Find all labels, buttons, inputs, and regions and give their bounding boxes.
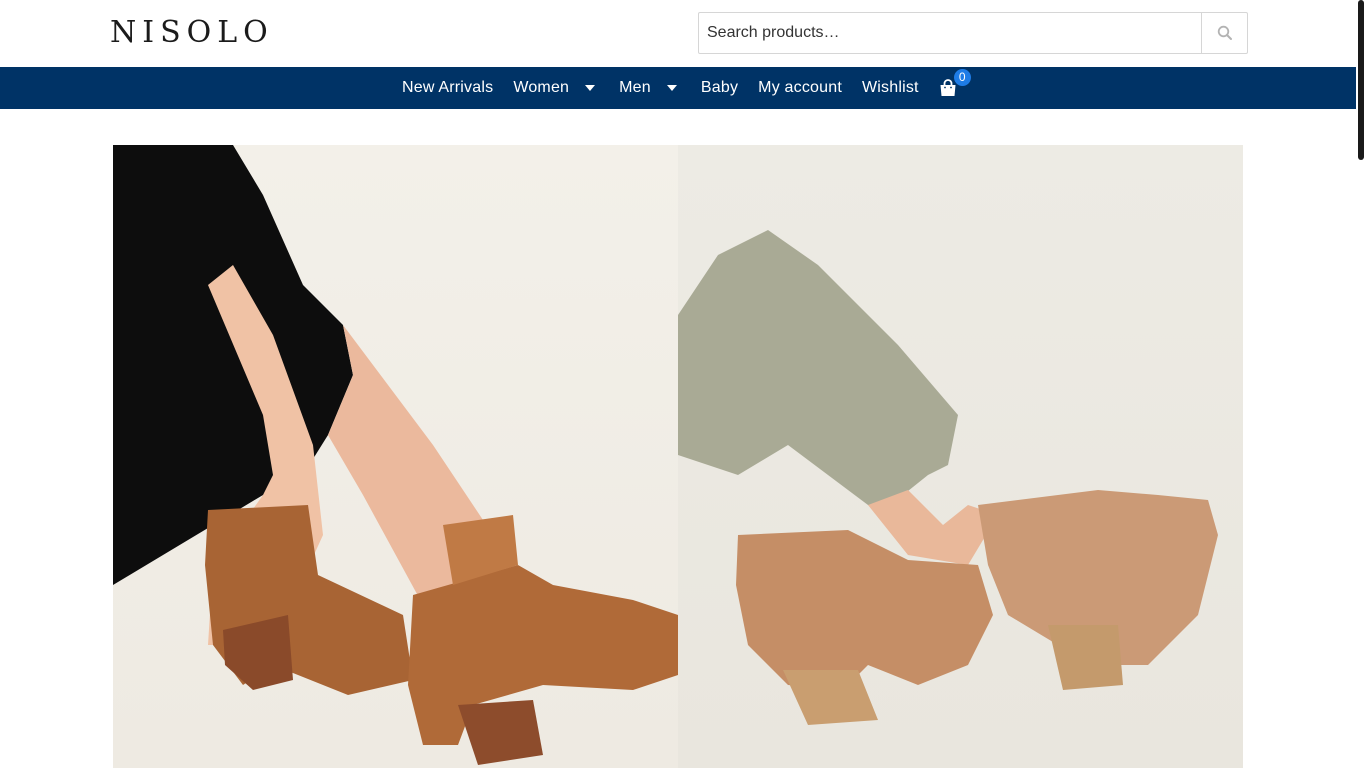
- nav-item-label: Men: [619, 79, 651, 96]
- boots-photo-left: [113, 145, 678, 765]
- nav-item-wishlist[interactable]: Wishlist: [852, 67, 929, 109]
- nav-item-label: My account: [758, 79, 842, 96]
- caret-down-icon[interactable]: [666, 85, 677, 91]
- nav-item-label: New Arrivals: [402, 79, 494, 96]
- boots-photo-right: [678, 230, 1218, 725]
- hero-image-right: [678, 145, 1243, 768]
- nav-menu: New Arrivals Women Men Baby My account W…: [392, 67, 971, 109]
- site-logo[interactable]: NISOLO: [110, 16, 274, 50]
- page-scrollbar[interactable]: [1356, 0, 1366, 768]
- nav-item-my-account[interactable]: My account: [748, 67, 852, 109]
- search-icon: [1217, 25, 1232, 40]
- search-form: [698, 12, 1248, 54]
- caret-down-icon[interactable]: [585, 85, 596, 91]
- nav-item-label: Wishlist: [861, 79, 919, 96]
- scrollbar-thumb[interactable]: [1358, 0, 1364, 160]
- cart-link[interactable]: 0: [929, 67, 971, 109]
- nav-item-baby[interactable]: Baby: [691, 67, 748, 109]
- search-button[interactable]: [1201, 13, 1247, 53]
- nav-item-label: Women: [513, 79, 570, 96]
- nav-item-new-arrivals[interactable]: New Arrivals: [392, 67, 503, 109]
- hero-image-left: [113, 145, 678, 768]
- cart-count-badge: 0: [953, 69, 971, 86]
- hero-banner[interactable]: [113, 145, 1243, 768]
- nav-item-label: Baby: [700, 79, 739, 96]
- shopping-bag-icon: [940, 79, 956, 96]
- search-input[interactable]: [699, 13, 1201, 53]
- nav-item-men[interactable]: Men: [609, 67, 691, 109]
- main-navigation: New Arrivals Women Men Baby My account W…: [0, 67, 1356, 109]
- site-header: NISOLO: [0, 0, 1356, 67]
- nav-item-women[interactable]: Women: [503, 67, 609, 109]
